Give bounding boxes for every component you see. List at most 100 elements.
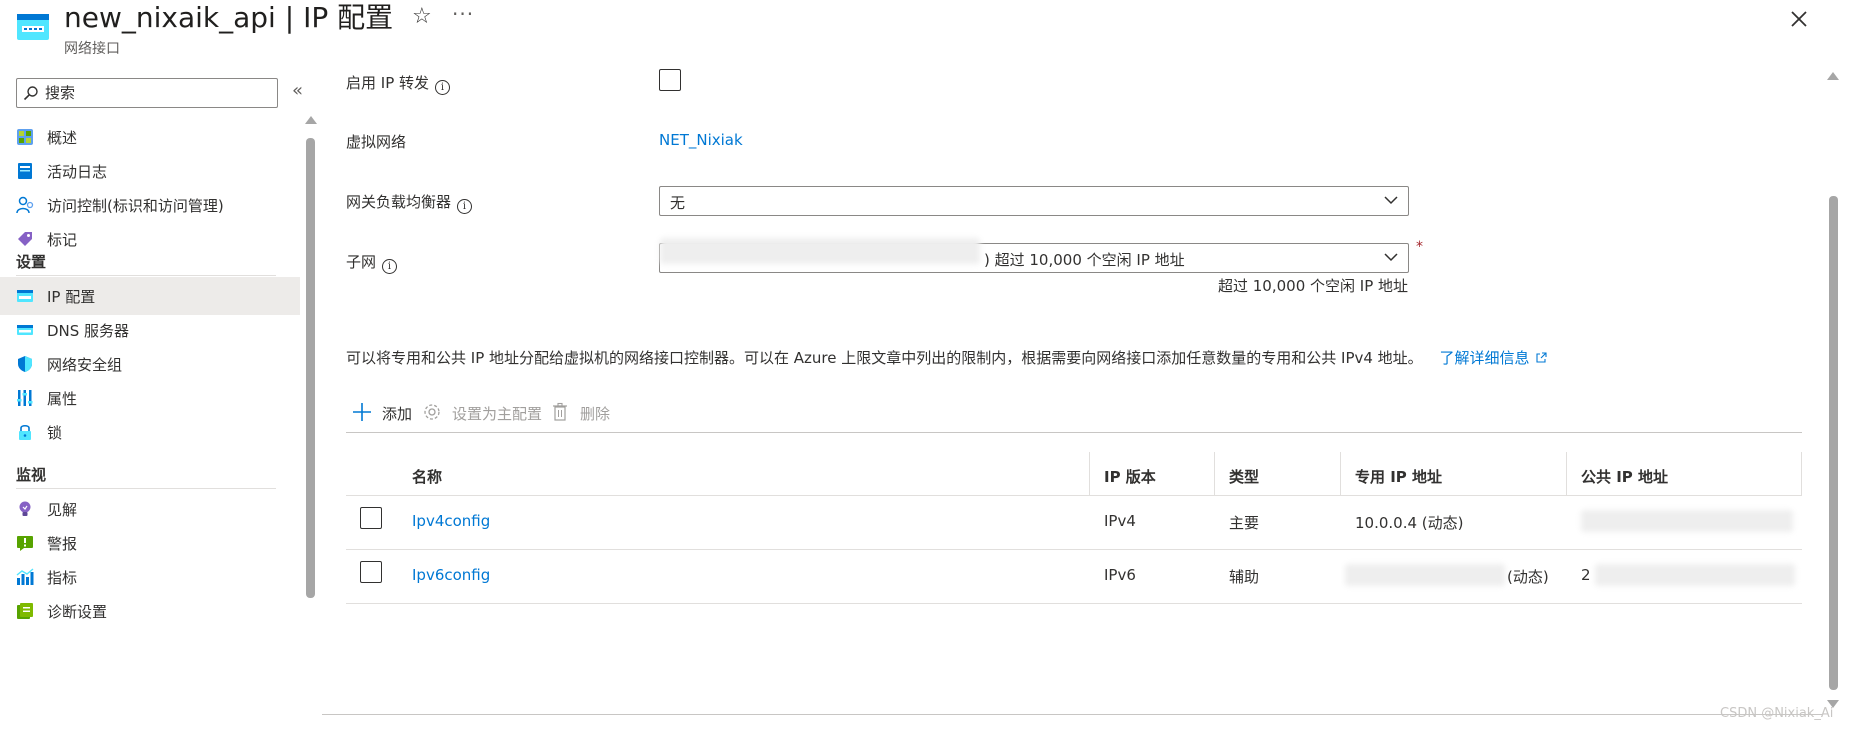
sidebar-scrollbar[interactable] xyxy=(304,116,317,732)
column-header-name[interactable]: 名称 xyxy=(398,452,1090,495)
alert-icon xyxy=(17,536,33,551)
ip-forwarding-label-text: 启用 IP 转发 xyxy=(346,74,430,92)
scroll-up-arrow-icon[interactable] xyxy=(305,116,317,124)
column-header-text: IP 版本 xyxy=(1104,468,1156,486)
page-title: new_nixaik_api | IP 配置 xyxy=(64,1,394,34)
cell-name[interactable]: Ipv4config xyxy=(398,496,1090,549)
column-header-public-ip[interactable]: 公共 IP 地址 xyxy=(1567,452,1802,495)
cell-text: IPv4 xyxy=(1104,512,1136,530)
cell-ip-version: IPv4 xyxy=(1090,496,1215,549)
ip-forwarding-checkbox[interactable] xyxy=(659,69,681,91)
cell-private-ip: 10.0.0.4 (动态) xyxy=(1341,496,1567,549)
cell-text: 主要 xyxy=(1229,514,1260,532)
table-row[interactable]: Ipv4config IPv4 主要 10.0.0.4 (动态) xyxy=(346,496,1802,550)
sidebar-item-label: 指标 xyxy=(47,569,78,587)
main-scrollbar[interactable] xyxy=(1826,70,1840,720)
section-divider xyxy=(16,275,276,276)
sidebar-item-lock[interactable]: 锁 xyxy=(0,413,300,451)
delete-button[interactable]: 删除 xyxy=(550,396,616,428)
scrollbar-thumb[interactable] xyxy=(306,138,315,598)
main-content: 启用 IP 转发 i 虚拟网络 NET_Nixiak 网关负载均衡器 i 无 子网 i… xyxy=(322,64,1822,732)
table-row[interactable]: Ipv6config IPv6 辅助 (动态) 2 xyxy=(346,550,1802,604)
content-bottom-divider xyxy=(322,714,1822,715)
sidebar-item-overview[interactable]: 概述 xyxy=(0,118,300,156)
search-icon xyxy=(23,86,38,101)
sidebar-item-label: 活动日志 xyxy=(47,163,108,181)
sidebar-search[interactable] xyxy=(16,78,278,108)
column-header-private-ip[interactable]: 专用 IP 地址 xyxy=(1341,452,1567,495)
sidebar-item-ip-config[interactable]: IP 配置 xyxy=(0,277,300,315)
set-primary-button[interactable]: 设置为主配置 xyxy=(422,396,542,428)
info-icon[interactable]: i xyxy=(382,259,398,274)
scroll-up-arrow-icon[interactable] xyxy=(1827,72,1839,80)
gateway-lb-dropdown[interactable]: 无 xyxy=(659,186,1409,216)
gateway-lb-label: 网关负载均衡器 i xyxy=(346,191,473,214)
page-header: new_nixaik_api | IP 配置 网络接口 ☆ ··· xyxy=(0,0,1850,64)
gateway-lb-label-text: 网关负载均衡器 xyxy=(346,193,452,211)
lock-icon xyxy=(19,424,31,440)
info-icon[interactable]: i xyxy=(435,80,451,95)
table-header-row: 名称 IP 版本 类型 专用 IP 地址 公共 IP 地址 xyxy=(346,452,1802,496)
learn-more-link[interactable]: 了解详细信息 xyxy=(1439,349,1548,367)
sidebar-item-label: 网络安全组 xyxy=(47,356,123,374)
cell-public-ip: 2 xyxy=(1567,550,1802,603)
sidebar-item-label: 概述 xyxy=(47,129,78,147)
section-divider xyxy=(16,488,276,489)
sidebar-item-metrics[interactable]: 指标 xyxy=(0,558,300,596)
sidebar-item-label: 属性 xyxy=(47,390,78,408)
sidebar-item-alerts[interactable]: 警报 xyxy=(0,524,300,562)
sidebar-item-activity-log[interactable]: 活动日志 xyxy=(0,152,300,190)
cell-text: IPv6 xyxy=(1104,566,1136,584)
page-subtitle: 网络接口 xyxy=(64,41,120,57)
column-header-type[interactable]: 类型 xyxy=(1215,452,1341,495)
required-marker: * xyxy=(1416,239,1423,255)
gateway-lb-value: 无 xyxy=(670,194,686,212)
sidebar-item-properties[interactable]: 属性 xyxy=(0,379,300,417)
sidebar-item-diagnostics[interactable]: 诊断设置 xyxy=(0,592,300,630)
virtual-network-label: 虚拟网络 xyxy=(346,133,407,151)
config-name-link[interactable]: Ipv6config xyxy=(412,566,490,584)
close-icon[interactable] xyxy=(1786,6,1812,32)
toolbar: 添加 设置为主配置 删除 xyxy=(346,396,1802,428)
properties-icon xyxy=(17,390,33,406)
learn-more-text: 了解详细信息 xyxy=(1439,349,1530,367)
sidebar-item-label: DNS 服务器 xyxy=(47,322,130,340)
sidebar-item-dns[interactable]: DNS 服务器 xyxy=(0,311,300,349)
set-primary-label: 设置为主配置 xyxy=(452,405,543,423)
shield-icon xyxy=(18,356,32,372)
ip-forwarding-label: 启用 IP 转发 i xyxy=(346,72,451,95)
redacted-public-ip xyxy=(1581,510,1793,532)
plus-icon xyxy=(353,403,371,421)
row-checkbox[interactable] xyxy=(360,507,382,529)
search-input[interactable] xyxy=(45,82,271,104)
cell-type: 辅助 xyxy=(1215,550,1341,603)
config-name-link[interactable]: Ipv4config xyxy=(412,512,490,530)
row-checkbox[interactable] xyxy=(360,561,382,583)
insights-icon xyxy=(19,501,31,516)
sidebar-item-insights[interactable]: 见解 xyxy=(0,490,300,528)
virtual-network-link[interactable]: NET_Nixiak xyxy=(659,131,743,149)
scrollbar-thumb[interactable] xyxy=(1829,196,1838,690)
redacted-private-ip xyxy=(1345,564,1505,586)
metrics-icon xyxy=(16,568,34,585)
redacted-public-ip xyxy=(1595,564,1795,586)
sidebar-item-nsg[interactable]: 网络安全组 xyxy=(0,345,300,383)
sidebar-item-access-control[interactable]: 访问控制(标识和访问管理) xyxy=(0,186,300,224)
cell-private-ip: (动态) xyxy=(1341,550,1567,603)
column-header-ip-version[interactable]: IP 版本 xyxy=(1090,452,1215,495)
cell-name[interactable]: Ipv6config xyxy=(398,550,1090,603)
add-button[interactable]: 添加 xyxy=(352,396,418,428)
favorite-star-icon[interactable]: ☆ xyxy=(412,4,432,29)
cell-ip-version: IPv6 xyxy=(1090,550,1215,603)
more-options-button[interactable]: ··· xyxy=(452,2,474,26)
add-button-label: 添加 xyxy=(382,405,413,423)
ip-config-description: 可以将专用和公共 IP 地址分配给虚拟机的网络接口控制器。可以在 Azure 上… xyxy=(346,347,1548,368)
column-header-text: 公共 IP 地址 xyxy=(1581,468,1669,486)
sidebar-item-label: 诊断设置 xyxy=(47,603,108,621)
collapse-sidebar-button[interactable]: « xyxy=(292,80,303,101)
chevron-down-icon xyxy=(1384,196,1398,205)
info-icon[interactable]: i xyxy=(457,199,473,214)
cell-type: 主要 xyxy=(1215,496,1341,549)
subnet-value: ) 超过 10,000 个空闲 IP 地址 xyxy=(984,251,1185,269)
sidebar: « 概述 活动日志 访问控制(标识和访问管理) 标记 xyxy=(0,64,317,732)
